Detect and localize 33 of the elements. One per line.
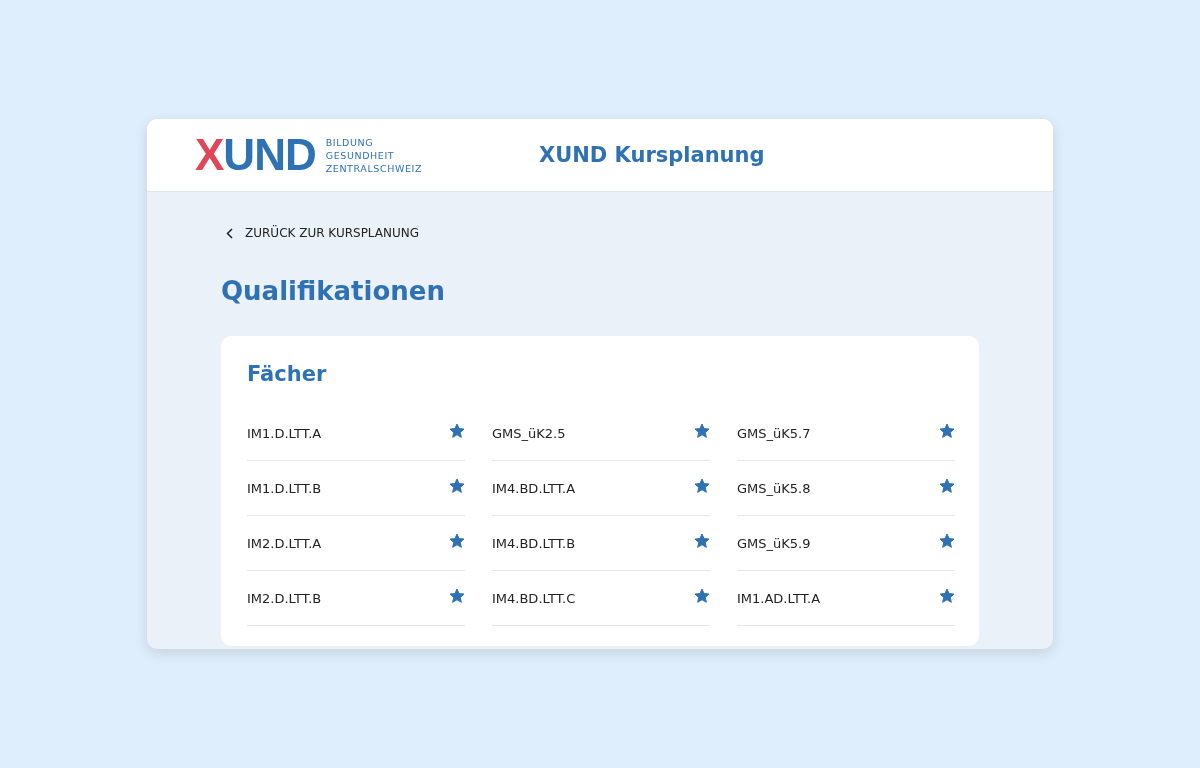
star-icon[interactable] <box>939 478 955 494</box>
qualification-label: GMS_üK5.8 <box>737 480 811 496</box>
app-title: XUND Kursplanung <box>539 143 765 167</box>
star-icon[interactable] <box>694 478 710 494</box>
qualification-label: GMS_üK5.9 <box>737 535 811 551</box>
qualification-label: GMS_üK5.7 <box>737 425 811 441</box>
qualification-label: IM4.BD.LTT.B <box>492 535 576 551</box>
star-icon[interactable] <box>449 478 465 494</box>
qualification-label: IM4.BD.LTT.C <box>492 590 576 606</box>
star-icon[interactable] <box>939 423 955 439</box>
page-title: Qualifikationen <box>221 276 446 306</box>
qualification-label: IM1.AD.LTT.A <box>737 590 821 606</box>
back-link[interactable]: ZURÜCK ZUR KURSPLANUNG <box>226 226 979 240</box>
logo-tagline: ZENTRALSCHWEIZ <box>325 161 423 175</box>
logo-wordmark: XUND <box>195 130 316 180</box>
logo-tagline: BILDUNG <box>325 135 375 149</box>
qualification-label: IM1.D.LTT.A <box>247 425 322 441</box>
qualification-label: IM1.D.LTT.B <box>247 480 322 496</box>
star-icon[interactable] <box>694 588 710 604</box>
logo-tagline: GESUNDHEIT <box>325 148 396 162</box>
qualification-label: IM4.BD.LTT.A <box>492 480 576 496</box>
star-icon[interactable] <box>449 533 465 549</box>
star-icon[interactable] <box>694 423 710 439</box>
qualification-label: GMS_üK2.5 <box>492 425 566 441</box>
star-icon[interactable] <box>694 533 710 549</box>
chevron-left-icon <box>226 227 233 239</box>
qualification-label: IM2.D.LTT.A <box>247 535 322 551</box>
star-icon[interactable] <box>939 588 955 604</box>
star-icon[interactable] <box>449 588 465 604</box>
card-title: Fächer <box>247 362 328 386</box>
star-icon[interactable] <box>449 423 465 439</box>
star-icon[interactable] <box>939 533 955 549</box>
qualification-label: IM2.D.LTT.B <box>247 590 322 606</box>
